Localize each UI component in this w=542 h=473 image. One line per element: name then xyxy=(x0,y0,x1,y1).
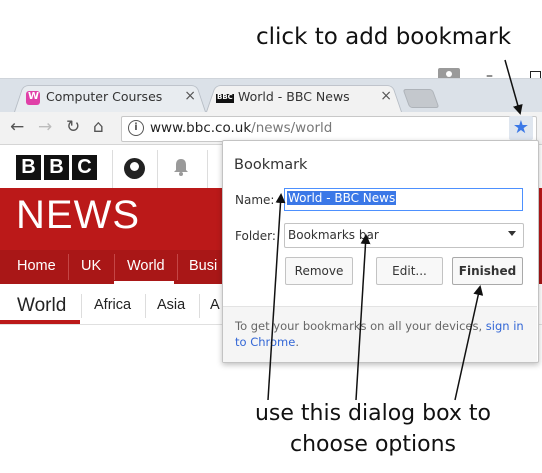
arrow-to-name-field xyxy=(267,193,286,401)
arrow-to-star xyxy=(504,59,523,115)
arrow-to-finished-button xyxy=(454,285,484,401)
arrow-to-folder-field xyxy=(355,234,371,401)
callout-arrows xyxy=(267,59,523,401)
